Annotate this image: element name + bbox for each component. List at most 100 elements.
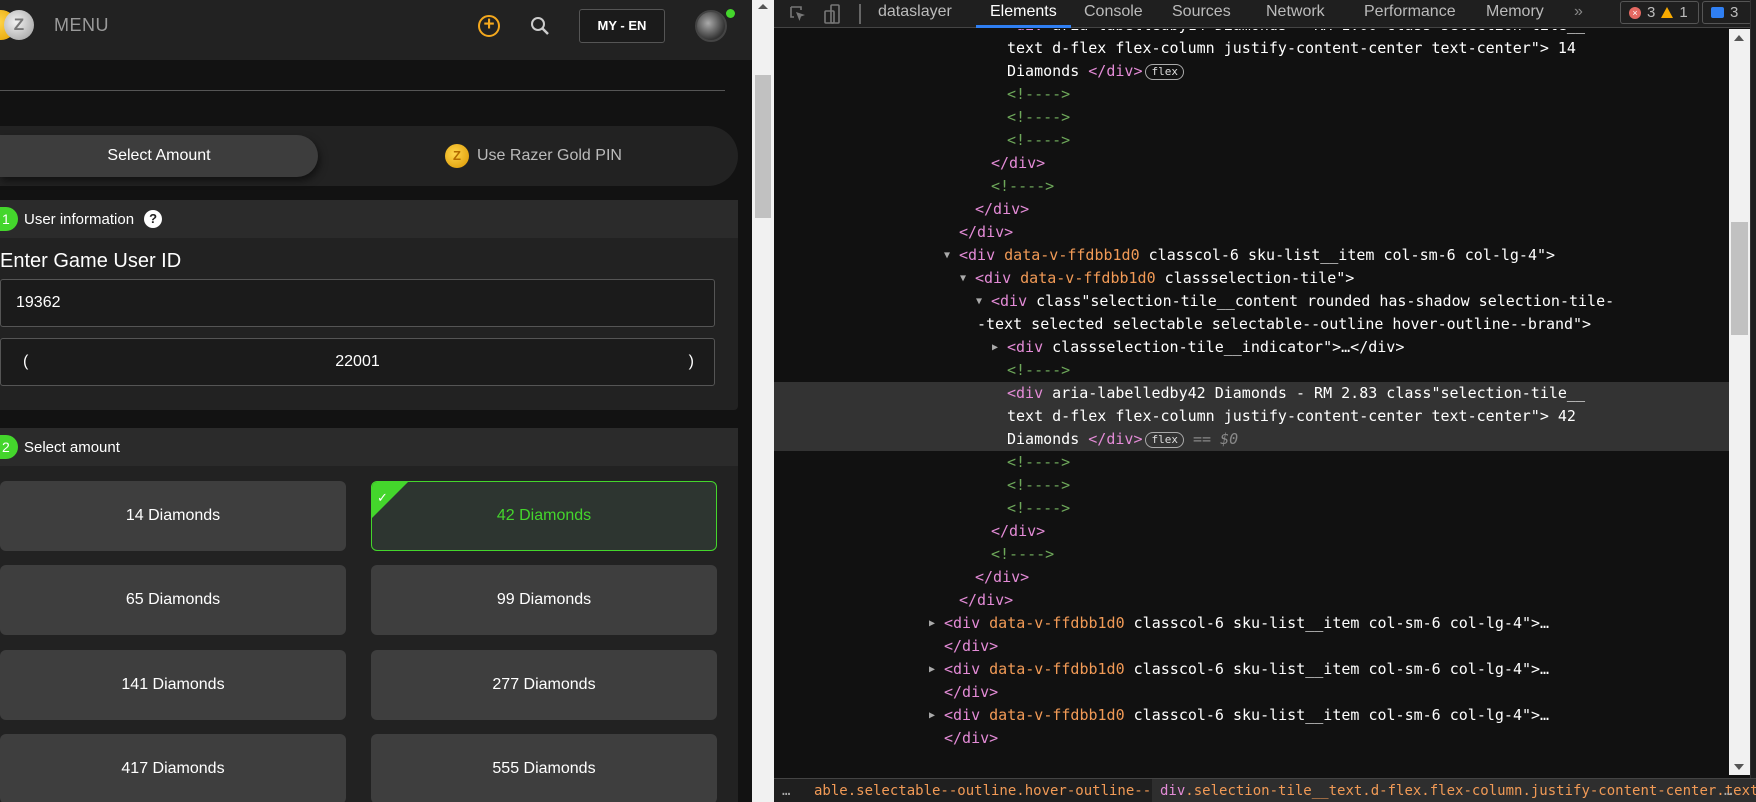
collapse-triangle-icon[interactable]: ▼ <box>976 290 982 313</box>
dom-tree-line[interactable]: <div data-v-ffdbb1d0 classcol-6 sku-list… <box>774 612 1729 635</box>
amount-tile[interactable]: 14 Diamonds <box>0 481 346 551</box>
expand-triangle-icon[interactable]: ▶ <box>929 612 935 635</box>
dom-tree-line[interactable]: </div> <box>774 635 1729 658</box>
breadcrumb-item-selected[interactable]: div.selection-tile__text.d-flex.flex-col… <box>1152 779 1756 802</box>
dom-tree-line[interactable]: <div data-v-ffdbb1d0 classcol-6 sku-list… <box>774 244 1729 267</box>
razer-silver-logo-icon[interactable]: Z <box>4 10 34 40</box>
dom-tree-line[interactable]: </div> <box>774 589 1729 612</box>
dom-tree-line[interactable]: </div> <box>774 198 1729 221</box>
devtools-tab-performance[interactable]: Performance <box>1364 0 1456 28</box>
more-tabs-icon[interactable]: » <box>1574 0 1583 24</box>
dom-tree-line[interactable]: <!----> <box>774 359 1729 382</box>
divider <box>0 90 725 91</box>
amount-tile[interactable]: 99 Diamonds <box>371 565 717 635</box>
breadcrumb-scroll-right[interactable]: … <box>1724 779 1732 802</box>
user-id-input[interactable]: 19362 <box>0 279 715 327</box>
dom-tree-line[interactable]: <!----> <box>774 129 1729 152</box>
expand-triangle-icon[interactable]: ▶ <box>992 336 998 359</box>
amount-tile-label: 555 Diamonds <box>492 760 596 777</box>
tab-select-amount[interactable]: Select Amount <box>0 135 318 177</box>
help-icon[interactable]: ? <box>144 210 163 228</box>
dom-tree-line[interactable]: <div classselection-tile__indicator">…</… <box>774 336 1729 359</box>
dom-tree-line[interactable]: <!----> <box>774 451 1729 474</box>
warning-icon <box>1661 7 1674 18</box>
expand-triangle-icon[interactable]: ▶ <box>929 704 935 727</box>
inspect-element-icon[interactable] <box>788 4 808 24</box>
scroll-up-arrow-icon[interactable] <box>1734 35 1744 41</box>
dom-tree-line[interactable]: </div> <box>774 520 1729 543</box>
dom-tree-line[interactable]: <div aria-labelledby42 Diamonds - RM 2.8… <box>774 382 1729 405</box>
avatar[interactable] <box>695 10 727 42</box>
dom-tree-line[interactable]: <!----> <box>774 497 1729 520</box>
dom-tree-line[interactable]: </div> <box>774 681 1729 704</box>
expand-triangle-icon[interactable]: ▶ <box>929 658 935 681</box>
web-page: Z MENU + MY - EN Select Amount Z Use Raz… <box>0 0 752 802</box>
flex-badge[interactable]: flex <box>1145 63 1184 80</box>
dom-tree-line[interactable]: <!----> <box>774 83 1729 106</box>
dom-tree-line[interactable]: <div data-v-ffdbb1d0 classcol-6 sku-list… <box>774 704 1729 727</box>
amount-tile[interactable]: 417 Diamonds <box>0 734 346 802</box>
zone-id-input[interactable]: ( 22001 ) <box>0 338 715 386</box>
dom-tree-line[interactable]: <!----> <box>774 543 1729 566</box>
dom-tree-line[interactable]: <!----> <box>774 175 1729 198</box>
collapse-triangle-icon[interactable]: ▼ <box>944 244 950 267</box>
dom-tree-line[interactable]: </div> <box>774 727 1729 750</box>
breadcrumb-scroll-left[interactable]: … <box>782 779 790 802</box>
dom-tree-line[interactable]: <div data-v-ffdbb1d0 classselection-tile… <box>774 267 1729 290</box>
device-toolbar-icon[interactable] <box>822 4 842 24</box>
messages-counter[interactable]: 3 <box>1702 1 1752 24</box>
amount-tile-label: 14 Diamonds <box>125 507 221 524</box>
amount-tile[interactable]: 65 Diamonds <box>0 565 346 635</box>
amount-tile[interactable]: 277 Diamonds <box>371 650 717 720</box>
dom-tree-scrollbar[interactable] <box>1729 29 1750 775</box>
dom-tree-line[interactable]: </div> <box>774 152 1729 175</box>
devtools-tab-memory[interactable]: Memory <box>1486 0 1544 28</box>
plus-circle-icon[interactable]: + <box>478 15 500 37</box>
menu-button[interactable]: MENU <box>54 15 109 36</box>
payment-method-tabs: Select Amount Z Use Razer Gold PIN <box>0 126 738 186</box>
dom-tree-line[interactable]: <div class"selection-tile__content round… <box>774 290 1729 313</box>
scroll-down-arrow-icon[interactable] <box>1734 764 1744 770</box>
dom-tree-line[interactable]: </div> <box>774 221 1729 244</box>
dom-tree: ··· <div aria-labelledby14 Diamonds - RM… <box>774 29 1729 775</box>
dom-tree-line[interactable]: -text selected selectable selectable--ou… <box>774 313 1729 336</box>
dom-tree-scrollbar-thumb[interactable] <box>1731 222 1748 335</box>
dom-tree-line[interactable]: Diamonds </div> flex == $0 <box>774 428 1729 451</box>
search-icon[interactable] <box>528 14 552 38</box>
devtools-tab-network[interactable]: Network <box>1266 0 1325 28</box>
zone-close-paren: ) <box>688 353 694 370</box>
section-title: User information <box>24 210 135 228</box>
breadcrumb-item[interactable]: able.selectable--outline.hover-outline--… <box>814 779 1193 802</box>
amount-tile[interactable]: ✓ 42 Diamonds <box>371 481 717 551</box>
page-scrollbar[interactable] <box>752 0 774 802</box>
page-scrollbar-thumb[interactable] <box>755 75 771 218</box>
step-badge: 2 <box>0 435 18 459</box>
collapse-triangle-icon[interactable]: ▼ <box>960 267 966 290</box>
devtools-tab-console[interactable]: Console <box>1084 0 1143 28</box>
dom-tree-line[interactable]: <div data-v-ffdbb1d0 classcol-6 sku-list… <box>774 658 1729 681</box>
amount-tile[interactable]: 141 Diamonds <box>0 650 346 720</box>
dom-tree-line[interactable]: <!----> <box>774 474 1729 497</box>
language-region-button[interactable]: MY - EN <box>579 9 665 43</box>
devtools-tab-dataslayer[interactable]: dataslayer <box>878 0 952 28</box>
dom-tree-line[interactable]: </div> <box>774 566 1729 589</box>
tab-use-razer-gold-pin[interactable]: Z Use Razer Gold PIN <box>445 135 622 177</box>
dom-tree-line[interactable]: <div aria-labelledby14 Diamonds - RM 1.0… <box>774 29 1729 37</box>
amount-tile-label: 141 Diamonds <box>121 676 225 693</box>
toolbar-separator <box>859 4 861 24</box>
side-panel-edge[interactable] <box>1750 0 1756 802</box>
flex-badge[interactable]: flex <box>1145 431 1184 448</box>
dom-tree-line[interactable]: text d-flex flex-column justify-content-… <box>774 405 1729 428</box>
message-icon <box>1711 7 1724 18</box>
devtools-tab-sources[interactable]: Sources <box>1172 0 1231 28</box>
devtools-tab-elements[interactable]: Elements <box>976 0 1071 28</box>
dom-tree-line[interactable]: text d-flex flex-column justify-content-… <box>774 37 1729 60</box>
devtools-panel: dataslayer Elements Console Sources Network P… <box>774 0 1756 802</box>
errors-warnings-counter[interactable]: × 3 1 <box>1620 1 1699 24</box>
user-id-label: Enter Game User ID <box>0 250 182 272</box>
dom-tree-line[interactable]: <!----> <box>774 106 1729 129</box>
amount-tile[interactable]: 555 Diamonds <box>371 734 717 802</box>
dom-tree-line[interactable]: Diamonds </div> flex <box>774 60 1729 83</box>
scroll-up-arrow-icon[interactable] <box>758 4 768 9</box>
section-header: 2 Select amount <box>0 428 738 466</box>
